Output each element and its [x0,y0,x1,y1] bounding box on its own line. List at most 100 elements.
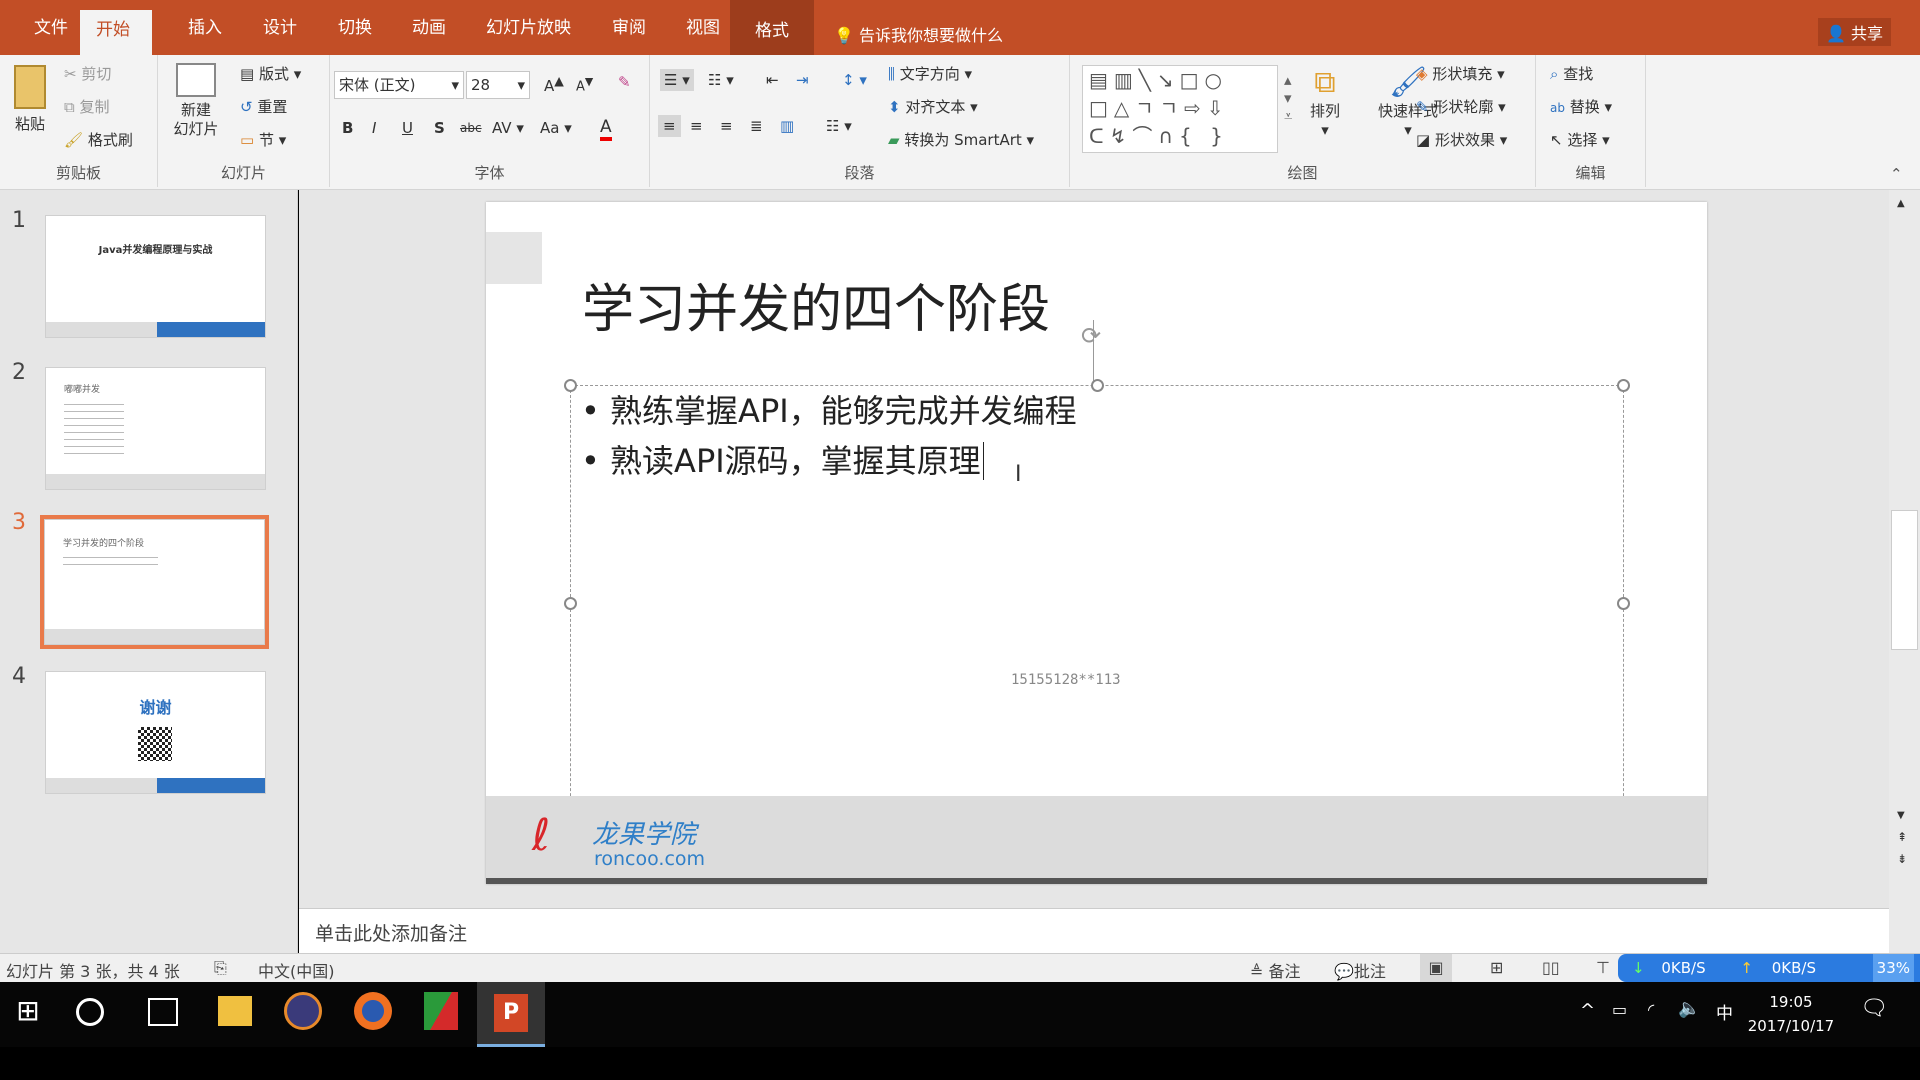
char-spacing-button[interactable]: AV ▾ [492,119,524,137]
previous-slide-icon[interactable]: ⇞ [1897,830,1907,844]
resize-handle[interactable] [564,379,577,392]
windows-start-icon[interactable]: ⊞ [8,994,48,1034]
wifi-icon[interactable]: ◜ [1648,1000,1654,1019]
clear-format-icon[interactable]: ✎ [618,73,631,91]
smartart-button[interactable]: ▰ 转换为 SmartArt ▾ [888,129,1034,150]
watermark: 15155128**113 [1011,672,1121,688]
slideshow-icon[interactable]: ⊤ [1596,958,1610,977]
comments-toggle[interactable]: 💬批注 [1334,958,1386,982]
firefox-icon[interactable] [354,992,392,1030]
decrease-indent-icon[interactable]: ⇤ [766,71,779,89]
bold-button[interactable]: B [342,119,353,137]
slide-sorter-icon[interactable]: ⊞ [1490,958,1503,977]
content-textbox[interactable]: • 熟练掌握API，能够完成并发编程 • 熟读API源码，掌握其原理 I [564,379,1630,827]
copy-button[interactable]: ⧉ 复制 [64,96,110,117]
ime-indicator[interactable]: 中 [1716,999,1733,1024]
justify-icon[interactable]: ≣ [750,117,763,135]
tab-transitions[interactable]: 切换 [322,14,388,55]
tab-view[interactable]: 视图 [670,14,736,55]
replace-button[interactable]: ab 替换 ▾ [1550,96,1612,117]
notes-pane[interactable]: 单击此处添加备注 [299,908,1889,953]
language-indicator[interactable]: 中文(中国) [258,958,335,982]
select-button[interactable]: ↖ 选择 ▾ [1550,129,1610,150]
align-left-icon[interactable]: ≡ [658,115,681,137]
resize-handle[interactable] [1617,379,1630,392]
increase-indent-icon[interactable]: ⇥ [796,71,809,89]
bullets-button[interactable]: ☰ ▾ [660,69,694,91]
cut-button[interactable]: ✂ 剪切 [64,63,111,84]
align-right-icon[interactable]: ≡ [720,117,733,135]
task-view-icon[interactable] [148,998,178,1026]
columns-icon[interactable]: ☷ ▾ [826,117,852,135]
layout-button[interactable]: ▤ 版式 ▾ [240,63,301,84]
next-slide-icon[interactable]: ⇟ [1897,852,1907,866]
vertical-scrollbar[interactable]: ▲ ▼ ⇞ ⇟ [1889,190,1920,953]
paste-button[interactable]: 粘贴 [10,65,50,134]
slide-thumbnail-2[interactable]: 嘟嘟并发 [45,367,266,490]
upload-speed: 0KB/S [1771,959,1816,977]
slide-thumbnail-1[interactable]: Java并发编程原理与实战 [45,215,266,338]
tab-review[interactable]: 审阅 [596,14,662,55]
strikethrough-button[interactable]: abc [460,121,482,135]
shapes-gallery[interactable]: ▤▥╲↘□○ □△ㄱㄱ⇨⇩ ᑕ↯⌒∩{ } [1082,65,1278,153]
shape-outline-button[interactable]: ✎ 形状轮廓 ▾ [1416,96,1506,117]
format-painter-button[interactable]: 🖌 格式刷 [64,129,133,150]
slide-thumbnail-3[interactable]: 学习并发的四个阶段 [40,515,269,649]
align-text-button[interactable]: ⬍ 对齐文本 ▾ [888,96,978,117]
arrange-button[interactable]: ⧉ 排列 ▾ [1288,65,1362,139]
notes-toggle[interactable]: ≜ 备注 [1250,958,1301,982]
slide-thumbnail-4[interactable]: 谢谢 [45,671,266,794]
change-case-button[interactable]: Aa ▾ [540,119,572,137]
scrollbar-thumb[interactable] [1891,510,1918,650]
line-spacing-icon[interactable]: ↕ ▾ [842,71,867,89]
resize-handle[interactable] [1091,379,1104,392]
shadow-button[interactable]: S [434,119,445,137]
font-color-button[interactable]: A [600,117,612,141]
ribbon: 粘贴 ✂ 剪切 ⧉ 复制 🖌 格式刷 剪贴板 新建 幻灯片 ▤ 版式 ▾ ↺ 重… [0,55,1920,190]
rotate-handle-icon[interactable]: ⟳ [1081,322,1101,350]
normal-view-icon[interactable]: ▣ [1420,954,1452,982]
italic-button[interactable]: I [372,119,376,137]
search-icon[interactable] [76,998,104,1026]
numbering-button[interactable]: ☷ ▾ [708,71,734,89]
eclipse-icon[interactable] [284,992,322,1030]
tab-insert[interactable]: 插入 [172,14,238,55]
font-name-select[interactable]: 宋体 (正文) ▾ [334,71,464,99]
file-explorer-icon[interactable] [218,996,252,1026]
slide-title[interactable]: 学习并发的四个阶段 [582,267,1050,342]
slide-canvas[interactable]: 学习并发的四个阶段 ⟳ • 熟练掌握API，能够完成并发编程 • 熟读API源码… [486,202,1707,884]
tab-home[interactable]: 开始 [80,10,152,55]
clock[interactable]: 19:05 2017/10/17 [1740,990,1842,1038]
section-button[interactable]: ▭ 节 ▾ [240,129,286,150]
tab-animations[interactable]: 动画 [396,14,462,55]
reset-button[interactable]: ↺ 重置 [240,96,287,117]
shape-effects-button[interactable]: ◪ 形状效果 ▾ [1416,129,1507,150]
decrease-font-icon[interactable]: A▼ [576,75,593,94]
find-button[interactable]: ⌕ 查找 [1550,63,1593,84]
font-size-select[interactable]: 28 ▾ [466,71,530,99]
share-button[interactable]: 👤 共享 [1818,18,1892,46]
align-center-icon[interactable]: ≡ [690,117,703,135]
collapse-ribbon-icon[interactable]: ⌃ [1890,165,1903,183]
resize-handle[interactable] [1617,597,1630,610]
tab-design[interactable]: 设计 [247,14,313,55]
increase-font-icon[interactable]: A▲ [544,73,564,95]
shape-fill-button[interactable]: ◈ 形状填充 ▾ [1416,63,1505,84]
battery-icon[interactable]: ▭ [1612,1000,1627,1019]
underline-button[interactable]: U [402,119,413,137]
new-slide-button[interactable]: 新建 幻灯片 [166,63,226,139]
volume-icon[interactable]: 🔈 [1678,998,1700,1019]
show-hidden-icons[interactable]: ^ [1580,1000,1595,1021]
tab-slideshow[interactable]: 幻灯片放映 [470,14,587,55]
resize-handle[interactable] [564,597,577,610]
spellcheck-icon[interactable]: ⎘ [214,958,227,978]
powerpoint-taskbar-button[interactable]: P [477,982,545,1047]
tell-me-search[interactable]: 💡 告诉我你想要做什么 [834,22,1003,46]
tab-file[interactable]: 文件 [18,14,84,55]
notification-icon[interactable]: 🗨 [1860,996,1888,1021]
tab-format[interactable]: 格式 [730,0,814,55]
text-direction-button[interactable]: ⫼ 文字方向 ▾ [888,63,972,84]
app-icon[interactable] [424,992,458,1030]
reading-view-icon[interactable]: ▯▯ [1542,958,1560,977]
distributed-icon[interactable]: ▥ [780,117,794,135]
